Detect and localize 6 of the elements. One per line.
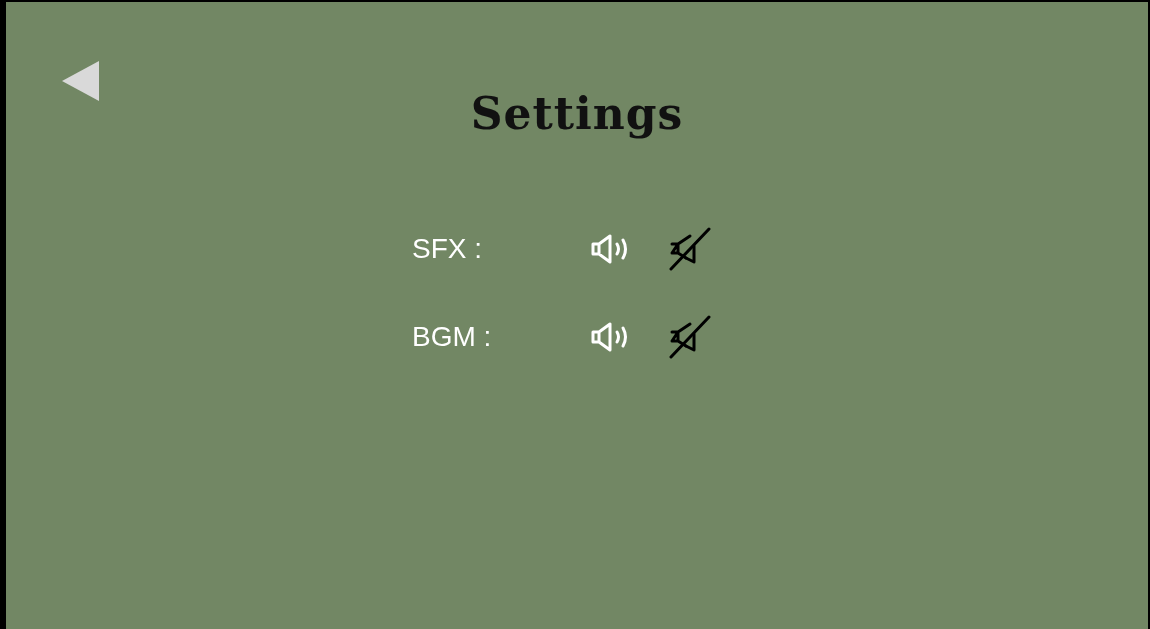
setting-label: BGM :	[412, 321, 493, 353]
screen-title: Settings	[470, 88, 684, 139]
muted-speaker-icon[interactable]	[668, 227, 712, 271]
back-button[interactable]	[62, 60, 100, 102]
setting-label: SFX :	[412, 233, 483, 265]
muted-speaker-icon[interactable]	[668, 315, 712, 359]
